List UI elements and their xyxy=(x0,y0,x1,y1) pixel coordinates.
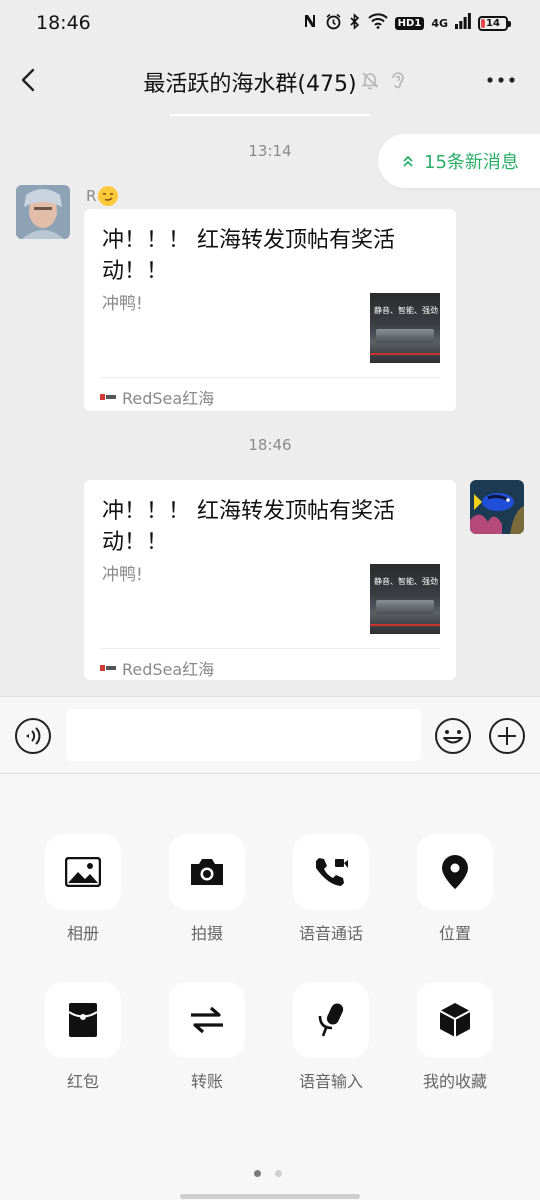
tool-label: 相册 xyxy=(66,924,99,943)
bluetooth-icon xyxy=(349,12,361,34)
voice-call-icon xyxy=(316,858,348,886)
page-indicator xyxy=(254,1170,282,1177)
voice-icon xyxy=(15,718,51,754)
wifi-icon xyxy=(367,13,388,33)
card-source-label: RedSea红海 xyxy=(122,389,215,408)
message-input[interactable] xyxy=(66,709,421,761)
camera-icon xyxy=(191,859,223,885)
tool-button[interactable] xyxy=(417,982,493,1058)
tool-voice-input[interactable]: 语音输入 xyxy=(293,982,369,1092)
favorites-icon xyxy=(439,1003,471,1037)
tool-button[interactable] xyxy=(417,834,493,910)
battery-icon: 14 xyxy=(478,15,511,31)
page-dot-active[interactable] xyxy=(254,1170,261,1177)
tool-button[interactable] xyxy=(169,982,245,1058)
nfc-icon xyxy=(302,13,318,33)
chat-header: 最活跃的海水群(475) xyxy=(0,46,540,116)
card-source: RedSea红海 xyxy=(100,656,214,680)
tool-label: 语音输入 xyxy=(298,1072,363,1091)
tool-favorites[interactable]: 我的收藏 xyxy=(417,982,493,1092)
tool-label: 位置 xyxy=(438,924,471,943)
double-chevron-up-icon xyxy=(403,155,413,167)
new-messages-button[interactable]: 15条新消息 xyxy=(378,134,540,188)
new-messages-label: 15条新消息 xyxy=(424,152,519,173)
ear-icon xyxy=(390,70,406,94)
alarm-icon xyxy=(325,13,342,34)
link-card[interactable]: 冲！！！ 红海转发顶帖有奖活动！！ 冲鸭! 静音、智能、强劲 RedSea红海 xyxy=(84,209,456,411)
status-bar: 18:46 HD1 4G 14 xyxy=(0,0,540,46)
fish-photo-icon xyxy=(470,480,524,534)
microphone-icon xyxy=(318,1003,344,1037)
chat-title: 最活跃的海水群(475) xyxy=(143,72,357,97)
card-divider xyxy=(100,377,440,378)
redsea-logo-icon xyxy=(100,393,116,401)
thumbnail-device xyxy=(376,329,434,343)
thumbnail-device xyxy=(376,600,434,614)
smirk-emoji-icon xyxy=(98,186,119,206)
voice-button[interactable] xyxy=(14,717,52,755)
title-status-icons xyxy=(360,70,406,94)
home-indicator[interactable] xyxy=(180,1194,360,1199)
emoji-button[interactable] xyxy=(434,717,472,755)
input-bar xyxy=(0,696,540,774)
tool-button[interactable] xyxy=(169,834,245,910)
tool-button[interactable] xyxy=(45,834,121,910)
battery-fill xyxy=(481,18,485,28)
avatar[interactable] xyxy=(470,480,524,534)
network-type: 4G xyxy=(431,16,448,30)
thumbnail-text: 静音、智能、强劲 xyxy=(374,306,438,315)
link-card[interactable]: 冲！！！ 红海转发顶帖有奖活动！！ 冲鸭! 静音、智能、强劲 RedSea红海 xyxy=(84,480,456,680)
transfer-icon xyxy=(191,1006,223,1034)
tool-label: 拍摄 xyxy=(190,924,223,943)
thumbnail-accent xyxy=(370,353,440,355)
tool-label: 语音通话 xyxy=(298,924,363,943)
avatar[interactable] xyxy=(16,185,70,239)
card-title: 冲！！！ 红海转发顶帖有奖活动！！ xyxy=(102,228,395,284)
tool-camera[interactable]: 拍摄 xyxy=(169,834,245,944)
tool-button[interactable] xyxy=(45,982,121,1058)
tool-voice-call[interactable]: 语音通话 xyxy=(293,834,369,944)
thumbnail-accent xyxy=(370,624,440,626)
more-button[interactable] xyxy=(486,72,516,86)
sender-name: R xyxy=(86,186,119,206)
tool-label: 转账 xyxy=(190,1072,223,1091)
plus-icon xyxy=(489,718,525,754)
status-icons: HD1 4G 14 xyxy=(302,12,511,34)
tool-button[interactable] xyxy=(293,982,369,1058)
tool-red-packet[interactable]: 红包 xyxy=(45,982,121,1092)
thumbnail-text: 静音、智能、强劲 xyxy=(374,577,438,586)
battery-level: 14 xyxy=(486,17,500,29)
photo-album-icon xyxy=(65,857,101,887)
page-dot[interactable] xyxy=(275,1170,282,1177)
tool-location[interactable]: 位置 xyxy=(417,834,493,944)
red-packet-icon xyxy=(68,1003,98,1037)
card-source: RedSea红海 xyxy=(100,385,214,409)
card-title: 冲！！！ 红海转发顶帖有奖活动！！ xyxy=(102,499,395,555)
hd-icon: HD1 xyxy=(394,16,425,30)
card-source-label: RedSea红海 xyxy=(122,660,215,679)
message-list[interactable]: 13:14 15条新消息 R 冲！！！ 红海转发顶帖有奖活动！！ 冲鸭! 静音、… xyxy=(0,116,540,696)
timestamp: 18:46 xyxy=(248,436,292,454)
tool-button[interactable] xyxy=(293,834,369,910)
sender-name-text: R xyxy=(86,187,97,205)
tool-photo-album[interactable]: 相册 xyxy=(45,834,121,944)
card-divider xyxy=(100,648,440,649)
location-icon xyxy=(442,855,468,889)
tool-label: 我的收藏 xyxy=(422,1072,487,1091)
status-time: 18:46 xyxy=(36,12,91,34)
redsea-logo-icon xyxy=(100,664,116,672)
mute-bell-icon xyxy=(360,70,380,94)
card-description: 冲鸭! xyxy=(102,565,143,585)
signal-icon xyxy=(455,13,471,33)
tool-transfer[interactable]: 转账 xyxy=(169,982,245,1092)
card-thumbnail: 静音、智能、强劲 xyxy=(370,564,440,634)
card-thumbnail: 静音、智能、强劲 xyxy=(370,293,440,363)
more-icon xyxy=(487,77,515,83)
person-photo-icon xyxy=(16,185,70,239)
card-description: 冲鸭! xyxy=(102,294,143,314)
tool-label: 红包 xyxy=(66,1072,99,1091)
more-functions-button[interactable] xyxy=(488,717,526,755)
function-panel: 相册 拍摄 语音通话 位置 红包 转账 语音输入 我的收藏 xyxy=(0,774,540,1200)
emoji-icon xyxy=(435,718,471,754)
